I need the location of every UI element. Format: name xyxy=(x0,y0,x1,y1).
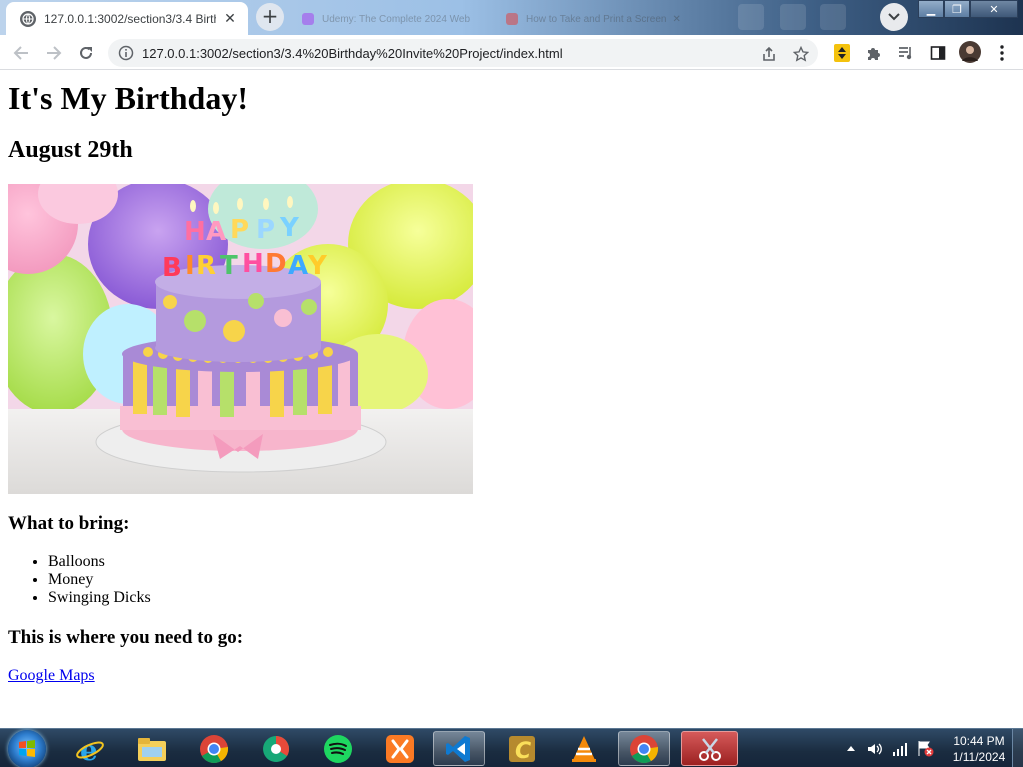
profile-avatar[interactable] xyxy=(959,41,981,63)
vlc-icon[interactable] xyxy=(558,731,610,766)
clock[interactable]: 10:44 PM 1/11/2024 xyxy=(944,733,1014,765)
taskbar: e C 10:44 PM 1/11/2024 xyxy=(0,728,1023,767)
address-text: 127.0.0.1:3002/section3/3.4%20Birthday%2… xyxy=(142,45,563,61)
star-icon[interactable] xyxy=(792,45,810,63)
file-explorer-icon[interactable] xyxy=(126,731,178,766)
network-icon[interactable] xyxy=(892,741,908,757)
svg-text:T: T xyxy=(220,251,238,281)
tray-expand-icon[interactable] xyxy=(846,744,856,752)
svg-text:A: A xyxy=(206,217,226,247)
system-tray: 10:44 PM 1/11/2024 xyxy=(840,729,1023,767)
svg-text:Y: Y xyxy=(279,213,300,243)
udemy-icon xyxy=(302,13,314,25)
svg-text:B: B xyxy=(162,253,182,283)
restore-button[interactable]: ❐ xyxy=(944,0,970,18)
start-button[interactable] xyxy=(8,730,46,767)
chevron-down-icon xyxy=(888,13,900,21)
chrome-icon[interactable] xyxy=(188,731,240,766)
svg-text:P: P xyxy=(256,215,275,245)
tab-search-button[interactable] xyxy=(880,3,908,31)
event-date: August 29th xyxy=(8,137,133,163)
forward-icon[interactable] xyxy=(42,41,66,65)
minimize-button[interactable]: ▁ xyxy=(918,0,944,18)
svg-text:H: H xyxy=(184,217,206,247)
address-bar[interactable]: 127.0.0.1:3002/section3/3.4%20Birthday%2… xyxy=(108,39,818,67)
close-window-button[interactable]: ✕ xyxy=(970,0,1018,18)
tab-title: 127.0.0.1:3002/section3/3.4 Birth xyxy=(44,11,216,26)
window-controls: ▁ ❐ ✕ xyxy=(918,0,1018,20)
gitkraken-icon[interactable] xyxy=(250,731,302,766)
google-maps-link[interactable]: Google Maps xyxy=(8,667,95,685)
svg-text:P: P xyxy=(230,215,249,245)
ghost-icon xyxy=(738,4,764,30)
tab-strip: 127.0.0.1:3002/section3/3.4 Birth ✕ + Ud… xyxy=(0,0,1023,35)
tab-title: How to Take and Print a Screen xyxy=(526,13,667,25)
tab-close-icon[interactable]: ✕ xyxy=(222,11,238,27)
tab-title: Udemy: The Complete 2024 Web xyxy=(322,13,471,25)
menu-icon[interactable] xyxy=(992,43,1012,63)
ghost-icon xyxy=(780,4,806,30)
windows-logo-icon xyxy=(19,740,35,757)
where-heading: This is where you need to go: xyxy=(8,627,244,648)
xampp-icon[interactable] xyxy=(374,731,426,766)
snipping-tool-icon[interactable] xyxy=(681,731,738,766)
extension-icon[interactable] xyxy=(832,43,852,63)
svg-text:Y: Y xyxy=(307,251,328,281)
volume-icon[interactable] xyxy=(866,741,882,757)
bring-list: Balloons Money Swinging Dicks xyxy=(48,553,151,607)
share-icon[interactable] xyxy=(760,45,778,63)
media-icon[interactable] xyxy=(896,43,916,63)
browser-toolbar: 127.0.0.1:3002/section3/3.4%20Birthday%2… xyxy=(0,35,1023,70)
sidepanel-icon[interactable] xyxy=(928,43,948,63)
svg-text:I: I xyxy=(185,251,195,281)
site-icon xyxy=(506,13,518,25)
page-content: It's My Birthday! August 29th H A P P Y … xyxy=(0,71,1023,728)
tab-screenshot-help[interactable]: How to Take and Print a Screen ✕ xyxy=(494,6,724,32)
info-icon[interactable] xyxy=(118,45,134,61)
page-title: It's My Birthday! xyxy=(8,80,248,116)
codeblocks-icon[interactable]: C xyxy=(496,731,548,766)
vscode-icon[interactable] xyxy=(433,731,485,766)
tab-udemy[interactable]: Udemy: The Complete 2024 Web xyxy=(290,6,490,32)
tab-active[interactable]: 127.0.0.1:3002/section3/3.4 Birth ✕ xyxy=(6,2,248,35)
svg-text:R: R xyxy=(196,251,216,281)
birthday-cake-image: HA PP Y BI RT HD AY xyxy=(8,184,473,494)
ghost-icon xyxy=(820,4,846,30)
spotify-icon[interactable] xyxy=(312,731,364,766)
svg-text:C: C xyxy=(515,739,531,764)
list-item: Balloons xyxy=(48,553,151,571)
puzzle-icon[interactable] xyxy=(864,43,884,63)
show-desktop-button[interactable] xyxy=(1012,729,1023,767)
list-item: Swinging Dicks xyxy=(48,589,151,607)
action-center-flag-icon[interactable] xyxy=(916,739,934,757)
clock-time: 10:44 PM xyxy=(953,734,1005,748)
globe-icon xyxy=(20,10,36,27)
bring-heading: What to bring: xyxy=(8,513,130,534)
tab-close-icon[interactable]: ✕ xyxy=(672,14,680,25)
svg-text:D: D xyxy=(265,249,287,279)
clock-date: 1/11/2024 xyxy=(952,750,1006,764)
chrome-active-icon[interactable] xyxy=(618,731,670,766)
new-tab-button[interactable]: + xyxy=(256,3,284,31)
svg-text:H: H xyxy=(242,249,264,279)
back-icon[interactable] xyxy=(9,41,33,65)
reload-icon[interactable] xyxy=(74,41,98,65)
svg-text:A: A xyxy=(288,251,308,281)
internet-explorer-icon[interactable]: e xyxy=(64,731,116,766)
list-item: Money xyxy=(48,571,151,589)
